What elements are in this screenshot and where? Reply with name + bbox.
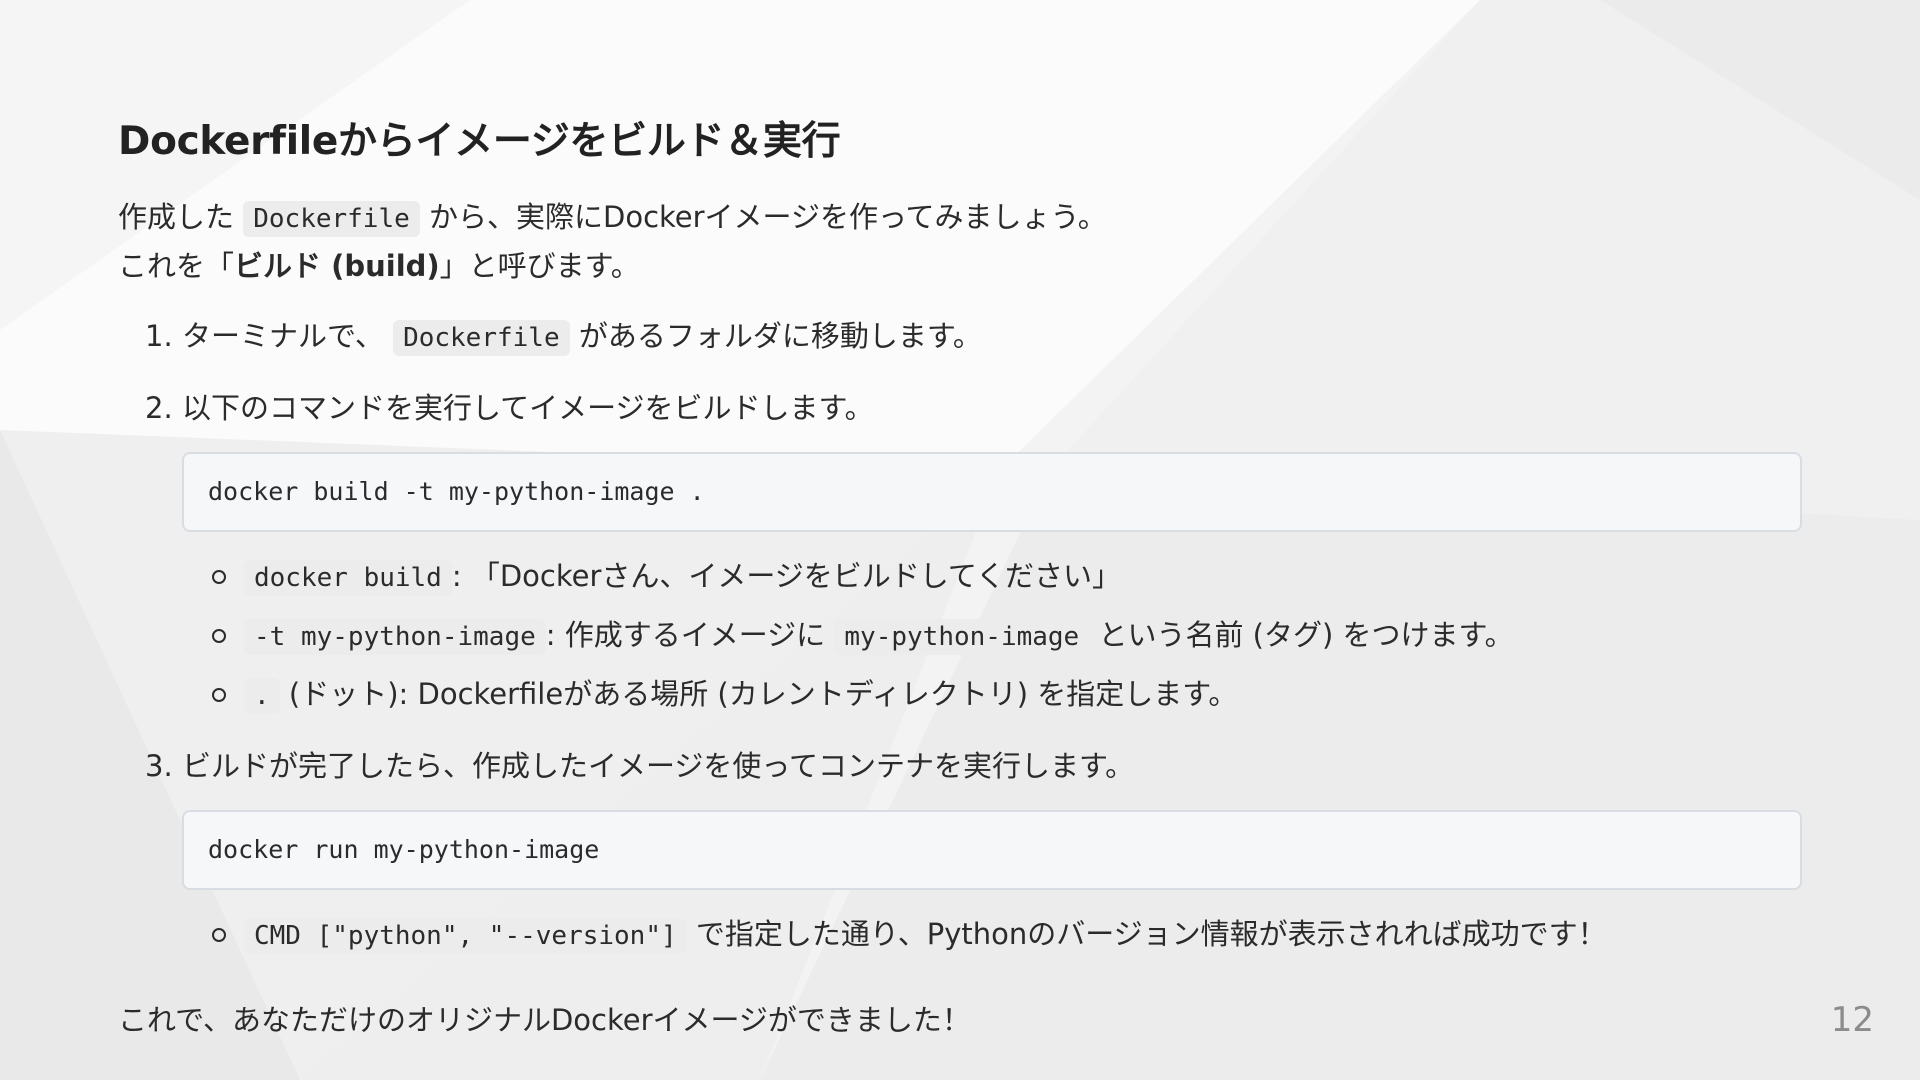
step-text: があるフォルダに移動します。 [578,319,982,353]
inline-code: CMD ["python", "--version"] [244,918,687,954]
closing-text: これで、あなただけのオリジナルDockerイメージができました！ [118,1003,971,1037]
code-block[interactable]: docker run my-python-image [182,810,1802,890]
code-block[interactable]: docker build -t my-python-image . [182,452,1802,532]
step-2: 2. 以下のコマンドを実行してイメージをビルドします。 docker build… [118,386,1808,718]
list-item: -t my-python-image: 作成するイメージに my-python-… [182,613,1808,659]
option-explanations: docker build: 「Dockerさん、イメージをビルドしてください」 … [182,554,1808,718]
bullet-icon [212,629,226,643]
step-text: ビルドが完了したら、作成したイメージを使ってコンテナを実行します。 [182,749,1135,783]
inline-code: -t my-python-image [244,619,546,655]
step-number: 2. [145,391,173,425]
intro-text: これを「 [118,249,235,283]
intro-text: 」と呼びます。 [439,249,640,283]
bullet-text: : 作成するイメージに [545,618,826,652]
inline-code: docker build [244,560,452,596]
slide-content: Dockerfileからイメージをビルド＆実行 作成した Dockerfile … [118,110,1808,984]
list-item: docker build: 「Dockerさん、イメージをビルドしてください」 [182,554,1808,600]
slide-title: Dockerfileからイメージをビルド＆実行 [118,119,841,164]
intro-text: 作成した [118,200,235,234]
inline-code: my-python-image [834,619,1090,655]
bullet-icon [212,688,226,702]
bullet-text: (ドット): Dockerfileがある場所 (カレントディレクトリ) を指定し… [288,677,1238,711]
step-number: 1. [145,319,173,353]
intro-text: から、実際にDockerイメージを作ってみましょう。 [429,200,1107,234]
page-number: 12 [1830,1000,1874,1040]
intro-line-2: これを「ビルド (build)」と呼びます。 [118,243,1808,290]
step-1: 1. ターミナルで、 Dockerfile があるフォルダに移動します。 [118,314,1808,360]
intro-paragraph: 作成した Dockerfile から、実際にDockerイメージを作ってみましょ… [118,194,1808,290]
bullet-text: という名前 (タグ) をつけます。 [1098,618,1514,652]
bullet-text: : 「Dockerさん、イメージをビルドしてください」 [451,559,1122,593]
bullet-icon [212,570,226,584]
bullet-text: で指定した通り、Pythonのバージョン情報が表示されれば成功です！ [695,917,1607,951]
inline-code: Dockerfile [243,201,420,237]
list-item: CMD ["python", "--version"] で指定した通り、Pyth… [182,912,1808,958]
step-text: 以下のコマンドを実行してイメージをビルドします。 [182,391,874,425]
steps-list: 1. ターミナルで、 Dockerfile があるフォルダに移動します。 2. … [118,314,1808,958]
step-number: 3. [145,749,173,783]
list-item: . (ドット): Dockerfileがある場所 (カレントディレクトリ) を指… [182,672,1808,718]
inline-code: . [244,678,280,714]
bold-term: ビルド (build) [234,249,440,283]
step-3: 3. ビルドが完了したら、作成したイメージを使ってコンテナを実行します。 doc… [118,744,1808,958]
step-text: ターミナルで、 [182,319,384,353]
intro-line-1: 作成した Dockerfile から、実際にDockerイメージを作ってみましょ… [118,194,1808,243]
inline-code: Dockerfile [393,320,570,356]
bullet-icon [212,928,226,942]
result-explanations: CMD ["python", "--version"] で指定した通り、Pyth… [182,912,1808,958]
